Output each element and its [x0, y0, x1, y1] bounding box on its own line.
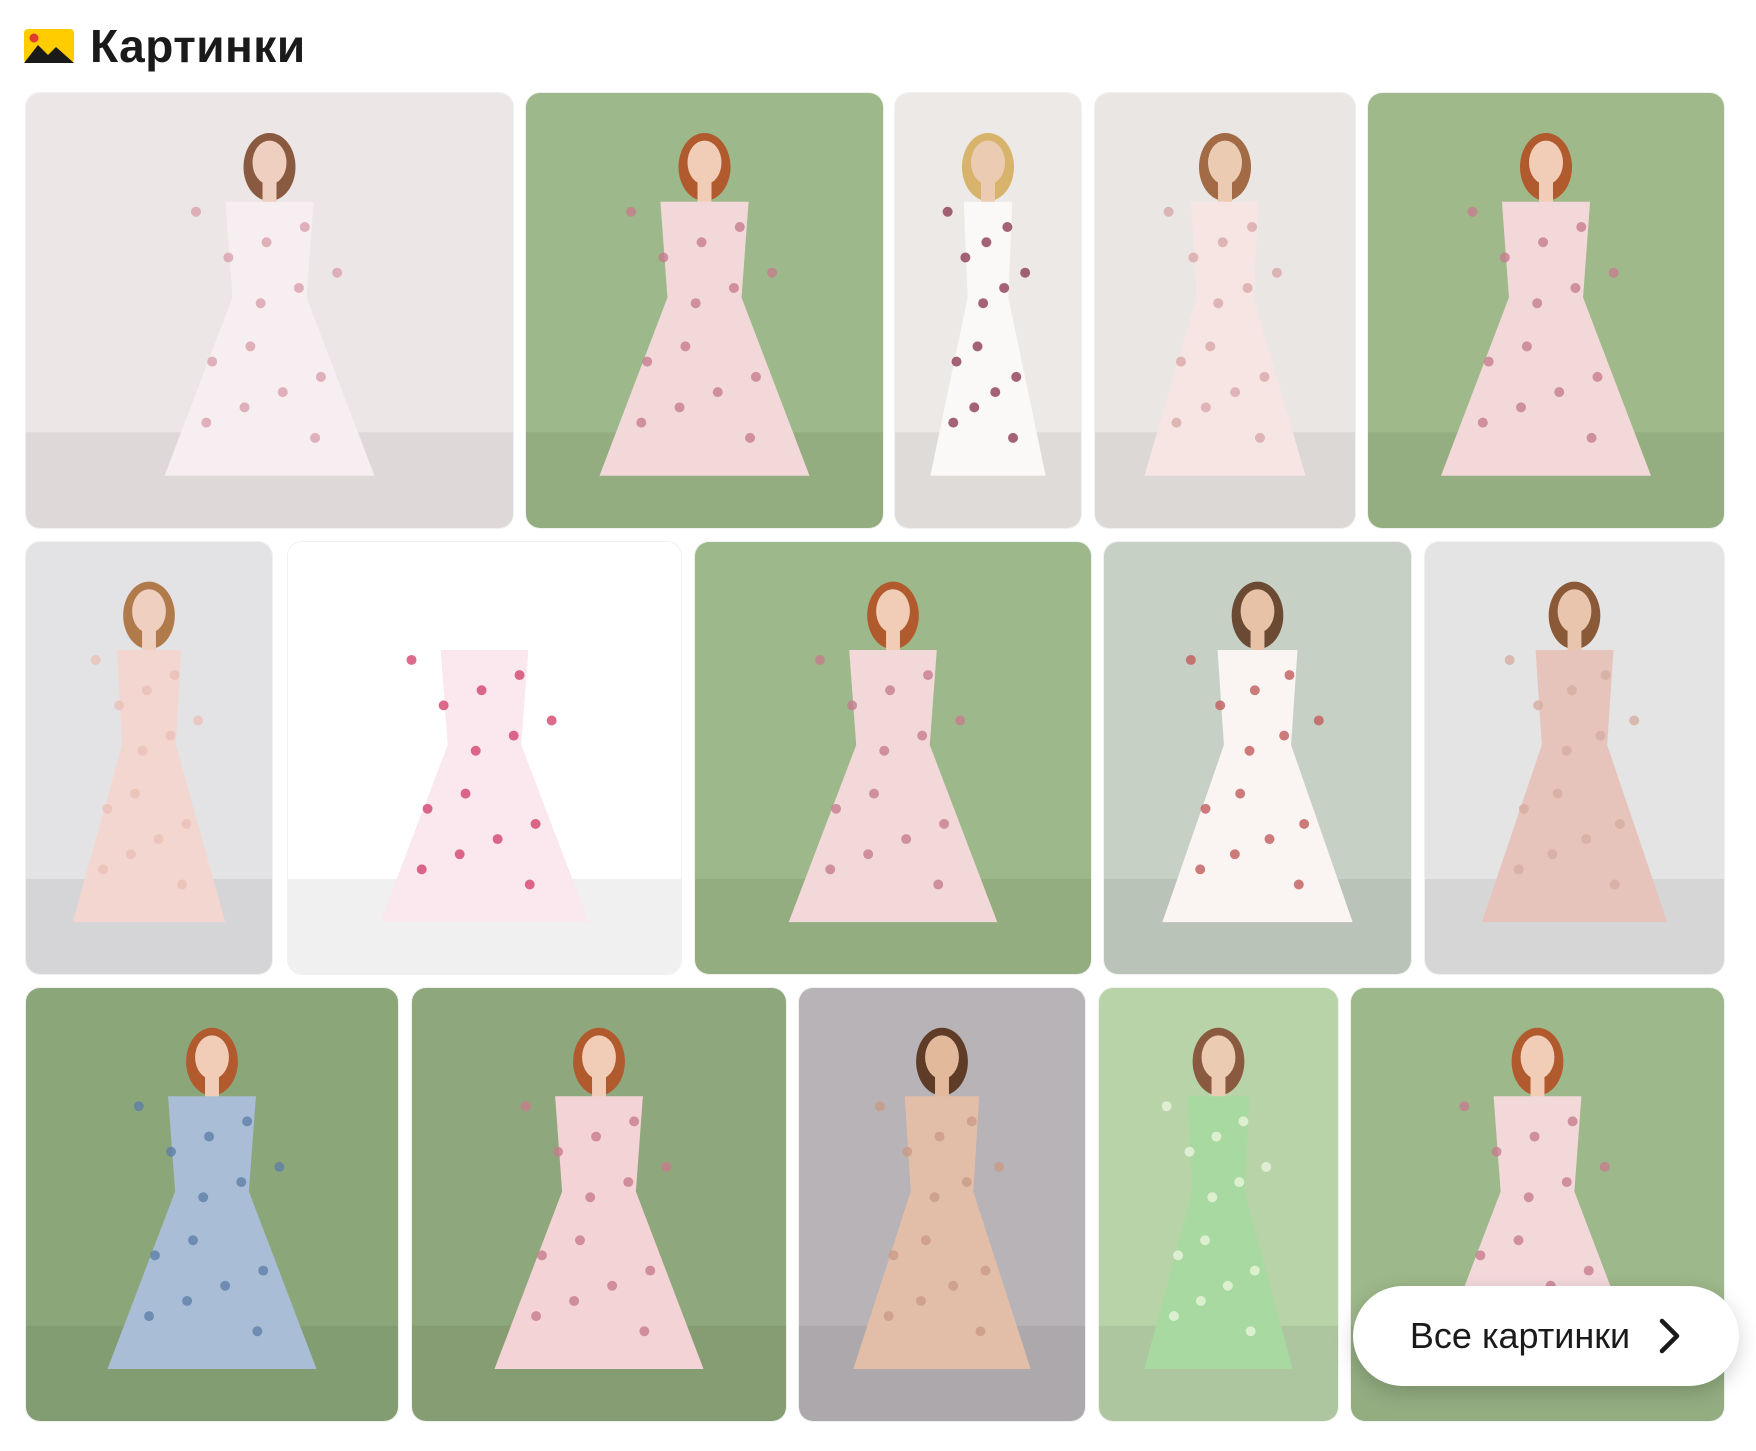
section-title: Картинки — [90, 20, 306, 72]
image-thumbnail[interactable] — [526, 93, 883, 528]
photo-placeholder — [799, 988, 1085, 1421]
photo-placeholder — [26, 93, 513, 528]
images-section-header[interactable]: Картинки — [24, 18, 306, 74]
image-thumbnail[interactable] — [26, 93, 513, 528]
photo-placeholder — [26, 542, 272, 974]
chevron-right-icon — [1659, 1318, 1680, 1354]
image-thumbnail[interactable] — [26, 988, 398, 1421]
photo-placeholder — [1099, 988, 1338, 1421]
photo-placeholder — [1425, 542, 1724, 974]
image-thumbnail[interactable] — [1095, 93, 1355, 528]
photo-placeholder — [412, 988, 786, 1421]
yandex-images-icon — [24, 29, 74, 63]
photo-placeholder — [26, 988, 398, 1421]
image-thumbnail[interactable] — [695, 542, 1091, 974]
all-images-label: Все картинки — [1409, 1315, 1631, 1356]
image-thumbnail[interactable] — [1425, 542, 1724, 974]
image-thumbnail[interactable] — [288, 542, 681, 974]
image-thumbnail[interactable] — [895, 93, 1081, 528]
photo-placeholder — [1095, 93, 1355, 528]
photo-placeholder — [1368, 93, 1724, 528]
all-images-button[interactable]: Все картинки — [1353, 1286, 1739, 1386]
image-thumbnail[interactable] — [1104, 542, 1411, 974]
image-thumbnail[interactable] — [412, 988, 786, 1421]
image-thumbnail[interactable] — [1368, 93, 1724, 528]
photo-placeholder — [895, 93, 1081, 528]
photo-placeholder — [288, 542, 681, 974]
image-thumbnail[interactable] — [1099, 988, 1338, 1421]
photo-placeholder — [695, 542, 1091, 974]
image-thumbnail[interactable] — [26, 542, 272, 974]
image-thumbnail[interactable] — [799, 988, 1085, 1421]
photo-placeholder — [1104, 542, 1411, 974]
photo-placeholder — [526, 93, 883, 528]
